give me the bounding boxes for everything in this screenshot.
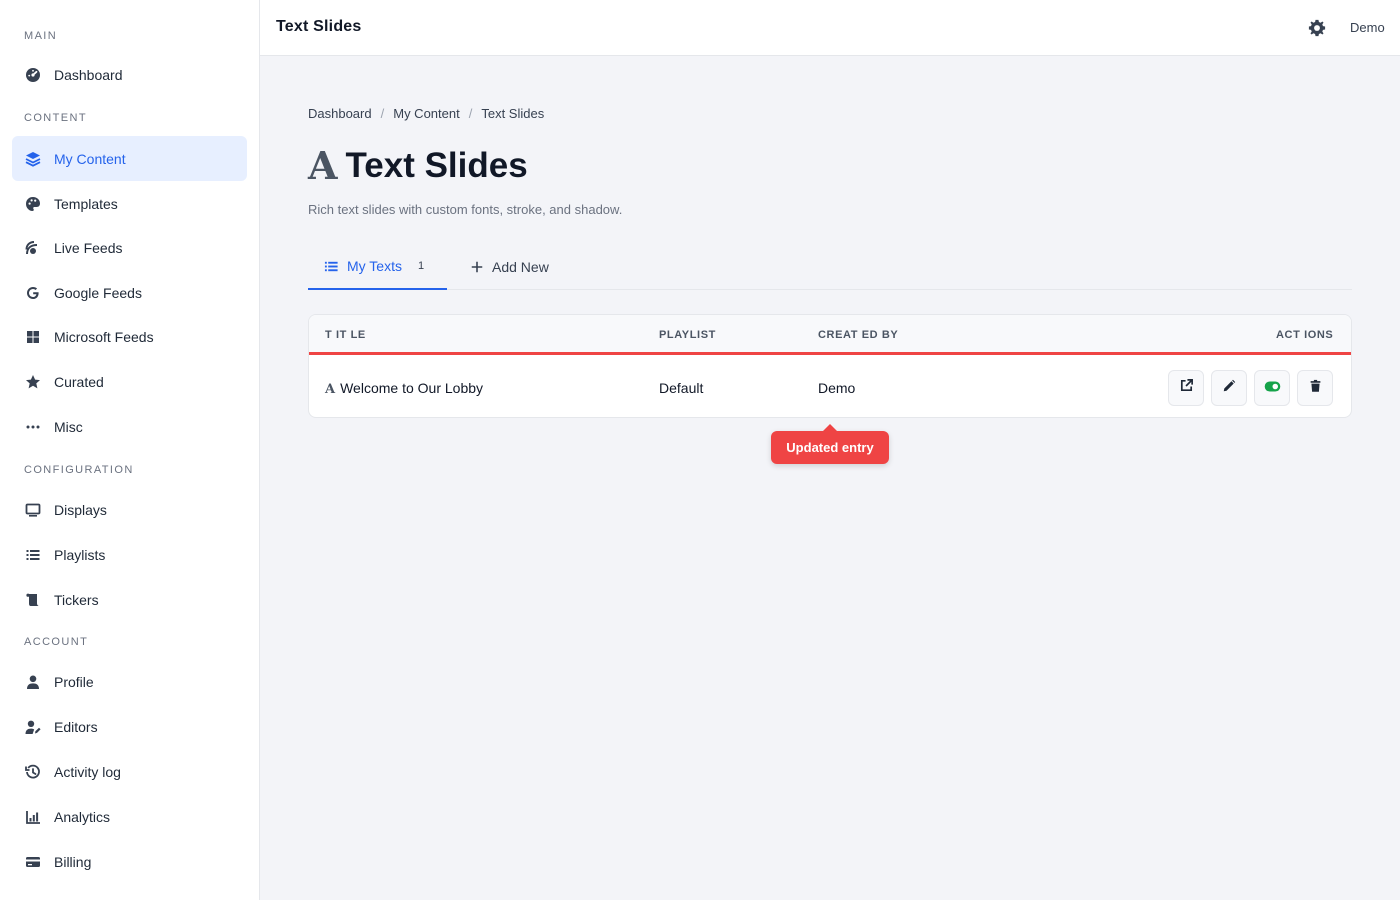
section-main: MAIN xyxy=(24,30,58,42)
user-icon xyxy=(24,673,42,691)
ellipsis-icon xyxy=(24,418,42,436)
breadcrumb-current: Text Slides xyxy=(481,106,545,121)
tab-count-badge: 1 xyxy=(417,260,425,272)
page-subtitle: Rich text slides with custom fonts, stro… xyxy=(308,202,623,217)
breadcrumb-my-content[interactable]: My Content xyxy=(393,106,459,121)
sidebar-item-google-feeds[interactable]: Google Feeds xyxy=(12,270,247,315)
sidebar-item-label: Misc xyxy=(54,418,83,435)
windows-icon xyxy=(24,328,42,346)
sidebar-item-editors[interactable]: Editors xyxy=(12,704,247,749)
page-heading: Text Slides xyxy=(345,146,528,185)
toast-notification: Updated entry xyxy=(771,424,889,464)
sidebar-item-displays[interactable]: Displays xyxy=(12,487,247,532)
row-created-by: Demo xyxy=(818,380,856,396)
tab-label: My Texts xyxy=(347,258,402,274)
edit-button[interactable] xyxy=(1211,370,1247,406)
sidebar-item-label: Google Feeds xyxy=(54,284,142,301)
sidebar-item-label: Playlists xyxy=(54,546,106,563)
credit-card-icon xyxy=(24,853,42,871)
user-edit-icon xyxy=(24,718,42,736)
breadcrumb-separator: / xyxy=(380,106,385,121)
column-header-playlist[interactable]: PLAYLIST xyxy=(659,329,716,341)
delete-button[interactable] xyxy=(1297,370,1333,406)
history-icon xyxy=(24,763,42,781)
sidebar-item-curated[interactable]: Curated xyxy=(12,359,247,404)
tab-my-texts[interactable]: My Texts 1 xyxy=(308,244,447,290)
tab-add-new[interactable]: Add New xyxy=(470,244,549,290)
sidebar-item-label: My Content xyxy=(54,150,126,167)
breadcrumb: Dashboard / My Content / Text Slides xyxy=(308,106,544,121)
pencil-icon xyxy=(1222,379,1236,398)
page-title: A Text Slides xyxy=(308,146,528,186)
sidebar-item-label: Displays xyxy=(54,501,107,518)
section-account: ACCOUNT xyxy=(24,636,89,648)
sidebar-item-billing[interactable]: Billing xyxy=(12,839,247,884)
sidebar-item-label: Profile xyxy=(54,673,94,690)
sidebar-item-label: Live Feeds xyxy=(54,239,123,256)
google-icon xyxy=(24,284,42,302)
sidebar-item-label: Analytics xyxy=(54,808,111,825)
chart-icon xyxy=(24,808,42,826)
text-slide-icon: A xyxy=(308,143,338,188)
row-title-cell: A Welcome to Our Lobby xyxy=(325,380,483,397)
column-header-actions: ACT IONS xyxy=(1276,329,1334,341)
scroll-icon xyxy=(24,591,42,609)
trash-icon xyxy=(1309,379,1322,398)
sidebar-item-label: Dashboard xyxy=(54,66,123,83)
breadcrumb-separator: / xyxy=(468,106,473,121)
section-content: CONTENT xyxy=(24,112,87,124)
sidebar-item-label: Templates xyxy=(54,195,118,212)
column-header-title[interactable]: T IT LE xyxy=(325,329,366,341)
sidebar-item-playlists[interactable]: Playlists xyxy=(12,532,247,577)
topbar: Text Slides Demo xyxy=(260,0,1400,56)
breadcrumb-dashboard[interactable]: Dashboard xyxy=(308,106,372,121)
sidebar-item-profile[interactable]: Profile xyxy=(12,659,247,704)
sidebar-item-live-feeds[interactable]: Live Feeds xyxy=(12,225,247,270)
sidebar-item-analytics[interactable]: Analytics xyxy=(12,794,247,839)
sidebar-item-label: Activity log xyxy=(54,763,121,780)
list-icon xyxy=(24,546,42,564)
user-menu[interactable]: Demo xyxy=(1350,20,1385,35)
topbar-title: Text Slides xyxy=(276,18,362,35)
palette-icon xyxy=(24,195,42,213)
sidebar: MAIN Dashboard CONTENT My Content Templa… xyxy=(0,0,260,900)
table-header: T IT LE PLAYLIST CREAT ED BY ACT IONS xyxy=(309,315,1351,355)
list-icon xyxy=(324,259,339,274)
tab-label: Add New xyxy=(492,259,549,275)
layers-icon xyxy=(24,150,42,168)
sidebar-item-misc[interactable]: Misc xyxy=(12,404,247,449)
sidebar-item-label: Editors xyxy=(54,718,98,735)
sidebar-item-label: Tickers xyxy=(54,591,99,608)
gear-icon[interactable] xyxy=(1306,17,1328,39)
toggle-on-icon xyxy=(1264,379,1281,397)
table-row: A Welcome to Our Lobby Default Demo xyxy=(309,358,1351,417)
sidebar-item-label: Curated xyxy=(54,373,104,390)
sidebar-item-templates[interactable]: Templates xyxy=(12,181,247,226)
broadcast-icon xyxy=(24,239,42,257)
sidebar-item-tickers[interactable]: Tickers xyxy=(12,577,247,622)
open-external-button[interactable] xyxy=(1168,370,1204,406)
sidebar-item-label: Microsoft Feeds xyxy=(54,328,154,345)
dashboard-icon xyxy=(24,66,42,84)
text-slides-table: T IT LE PLAYLIST CREAT ED BY ACT IONS AW… xyxy=(308,314,1352,418)
tab-bar: My Texts 1 Add New xyxy=(308,244,1352,290)
sidebar-item-microsoft-feeds[interactable]: Microsoft Feeds xyxy=(12,314,247,359)
star-icon xyxy=(24,373,42,391)
sidebar-item-dashboard[interactable]: Dashboard xyxy=(12,52,247,97)
toggle-active-button[interactable] xyxy=(1254,370,1290,406)
sidebar-item-activity-log[interactable]: Activity log xyxy=(12,749,247,794)
sidebar-item-label: Billing xyxy=(54,853,92,870)
row-title: Welcome to Our Lobby xyxy=(340,380,484,396)
sidebar-item-my-content[interactable]: My Content xyxy=(12,136,247,181)
section-configuration: CONFIGURATION xyxy=(24,464,134,476)
external-link-icon xyxy=(1179,378,1194,398)
row-playlist: Default xyxy=(659,380,704,396)
plus-icon xyxy=(470,260,484,274)
column-header-created-by[interactable]: CREAT ED BY xyxy=(818,329,898,341)
text-slide-icon: A xyxy=(325,382,336,397)
monitor-icon xyxy=(24,501,42,519)
